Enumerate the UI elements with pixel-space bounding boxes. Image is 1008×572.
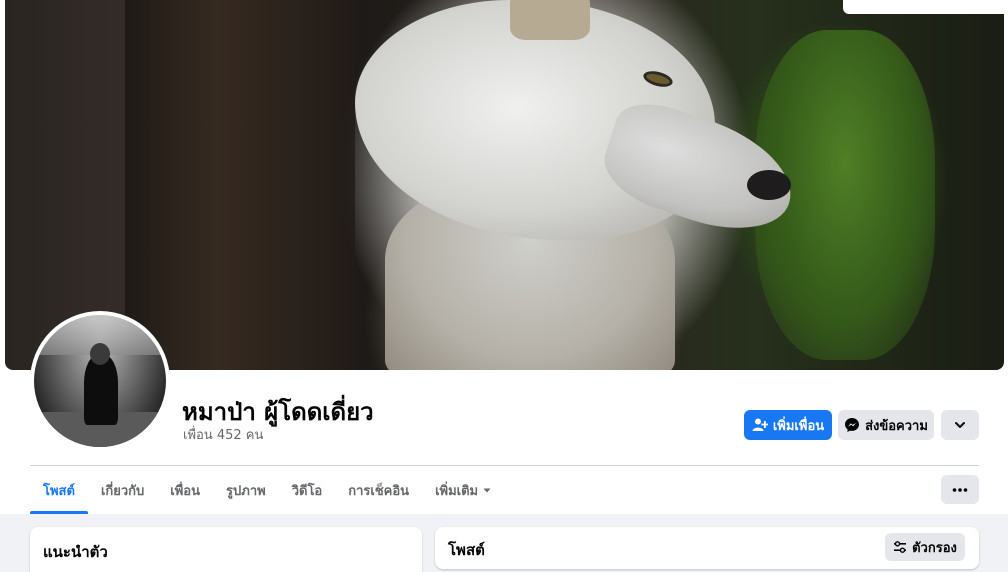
intro-card: แนะนำตัว bbox=[30, 527, 422, 572]
wolf-ear bbox=[510, 0, 590, 40]
message-label: ส่งข้อความ bbox=[865, 418, 928, 434]
tabs-more-options-button[interactable] bbox=[941, 475, 979, 504]
profile-avatar[interactable] bbox=[30, 311, 170, 451]
chevron-down-icon bbox=[954, 419, 966, 431]
tab-videos[interactable]: วิดีโอ bbox=[279, 466, 336, 514]
posts-card: โพสต์ ตัวกรอง bbox=[435, 527, 979, 569]
add-friend-icon bbox=[752, 417, 768, 433]
avatar-photo bbox=[34, 315, 166, 447]
tab-checkins[interactable]: การเช็คอิน bbox=[335, 466, 422, 514]
posts-title: โพสต์ bbox=[448, 541, 485, 559]
profile-more-button[interactable] bbox=[941, 410, 979, 440]
ellipsis-icon bbox=[952, 487, 968, 492]
tab-friends[interactable]: เพื่อน bbox=[157, 466, 213, 514]
header-overlay bbox=[843, 0, 1008, 14]
tab-posts[interactable]: โพสต์ bbox=[30, 466, 88, 514]
friends-count[interactable]: เพื่อน 452 คน bbox=[183, 424, 263, 445]
wolf-nose bbox=[747, 170, 791, 200]
add-friend-label: เพิ่มเพื่อน bbox=[772, 418, 825, 434]
messenger-icon bbox=[844, 417, 860, 433]
intro-title: แนะนำตัว bbox=[43, 543, 108, 561]
tab-photos[interactable]: รูปภาพ bbox=[213, 466, 279, 514]
filter-button[interactable]: ตัวกรอง bbox=[885, 533, 965, 561]
filter-icon bbox=[893, 540, 907, 554]
profile-tabs: โพสต์ เกี่ยวกับ เพื่อน รูปภาพ วิดีโอ การ… bbox=[30, 466, 505, 514]
filter-label: ตัวกรอง bbox=[912, 540, 957, 556]
tab-about[interactable]: เกี่ยวกับ bbox=[88, 466, 157, 514]
caret-down-icon bbox=[482, 485, 492, 495]
add-friend-button[interactable]: เพิ่มเพื่อน bbox=[744, 410, 832, 440]
tab-more[interactable]: เพิ่มเติม bbox=[422, 466, 505, 514]
message-button[interactable]: ส่งข้อความ bbox=[838, 410, 934, 440]
profile-page: หมาป่า ผู้โดดเดี่ยว เพื่อน 452 คน เพิ่มเ… bbox=[0, 0, 1008, 572]
